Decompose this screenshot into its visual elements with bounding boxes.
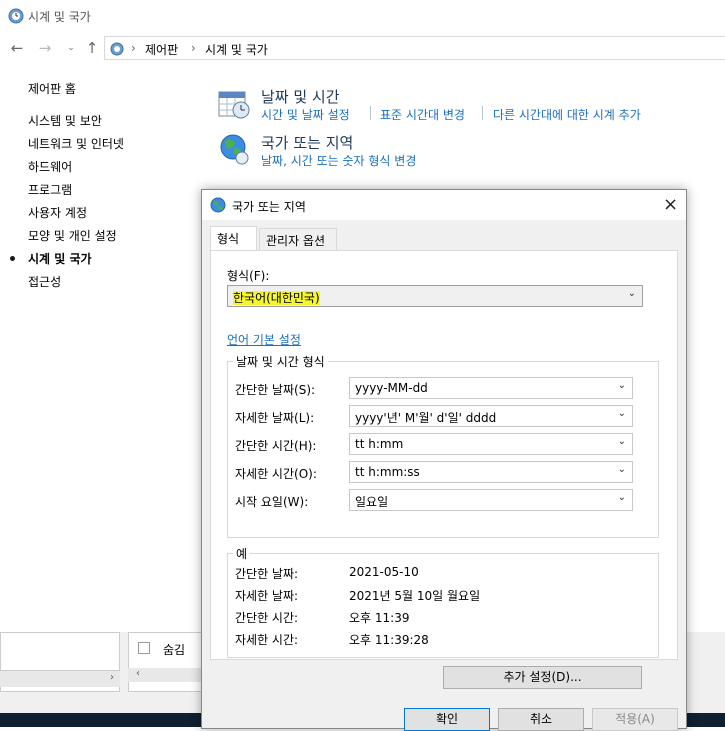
language-settings-link[interactable]: 언어 기본 설정 xyxy=(227,331,301,348)
example-short-date-label: 간단한 날짜: xyxy=(235,567,299,581)
long-date-value: yyyy'년' M'월' d'일' dddd xyxy=(355,411,497,425)
format-label: 형식(F): xyxy=(227,269,270,283)
hide-label: 숨김 xyxy=(163,643,186,657)
nav-user-accounts[interactable]: 사용자 계정 xyxy=(28,204,87,221)
first-day-select[interactable]: 일요일 ⌄ xyxy=(349,489,633,511)
nav-programs[interactable]: 프로그램 xyxy=(28,181,72,198)
short-date-select[interactable]: yyyy-MM-dd ⌄ xyxy=(349,377,633,399)
long-date-label: 자세한 날짜(L): xyxy=(235,411,315,425)
examples-group-label: 예 xyxy=(233,545,251,562)
breadcrumb-chevron-icon: › xyxy=(131,41,136,55)
background-scrollbar-2[interactable]: ‹ xyxy=(128,668,208,682)
background-scrollbar[interactable]: › xyxy=(0,670,120,687)
nav-network-internet[interactable]: 네트워크 및 인터넷 xyxy=(28,135,124,152)
link-separator xyxy=(482,106,483,120)
example-short-date-value: 2021-05-10 xyxy=(349,565,419,579)
link-add-clocks[interactable]: 다른 시간대에 대한 시계 추가 xyxy=(493,106,641,123)
breadcrumb-control-panel[interactable]: 제어판 xyxy=(145,41,178,58)
nav-accessibility[interactable]: 접근성 xyxy=(28,273,61,290)
tab-admin-label: 관리자 옵션 xyxy=(266,234,326,248)
nav-appearance[interactable]: 모양 및 개인 설정 xyxy=(28,227,117,244)
nav-clock-region[interactable]: 시계 및 국가 xyxy=(28,250,92,267)
tab-admin-options[interactable]: 관리자 옵션 xyxy=(259,228,337,251)
tab-body: 형식(F): 한국어(대한민국) ⌄ 언어 기본 설정 날짜 및 시간 형식 간… xyxy=(210,250,678,660)
up-arrow-icon[interactable]: ↑ xyxy=(83,39,101,57)
apply-button[interactable]: 적용(A) xyxy=(592,708,678,731)
link-change-timezone[interactable]: 표준 시간대 변경 xyxy=(380,106,465,123)
long-date-select[interactable]: yyyy'년' M'월' d'일' dddd ⌄ xyxy=(349,405,633,427)
nav-control-panel-home[interactable]: 제어판 홈 xyxy=(28,80,76,97)
hide-checkbox[interactable] xyxy=(138,642,150,654)
example-long-time-label: 자세한 시간: xyxy=(235,633,299,647)
additional-settings-button[interactable]: 추가 설정(D)... xyxy=(443,666,642,689)
first-day-label: 시작 요일(W): xyxy=(235,495,309,509)
address-box[interactable]: › 제어판 › 시계 및 국가 xyxy=(104,36,725,60)
long-time-value: tt h:mm:ss xyxy=(355,465,420,479)
link-change-formats[interactable]: 날짜, 시간 또는 숫자 형식 변경 xyxy=(261,152,416,169)
forward-arrow-icon[interactable]: → xyxy=(36,39,54,57)
cancel-button[interactable]: 취소 xyxy=(498,708,584,731)
chevron-down-icon: ⌄ xyxy=(617,464,626,475)
format-value: 한국어(대한민국) xyxy=(233,291,320,305)
breadcrumb-chevron-icon: › xyxy=(191,41,196,55)
example-short-time-value: 오후 11:39 xyxy=(349,611,410,625)
tab-formats[interactable]: 형식 xyxy=(210,226,257,251)
nav-hardware[interactable]: 하드웨어 xyxy=(28,158,72,175)
dialog-titlebar: 국가 또는 지역 × xyxy=(202,190,686,220)
current-bullet-icon xyxy=(10,256,15,261)
window-title: 시계 및 국가 xyxy=(28,10,91,24)
datetime-title[interactable]: 날짜 및 시간 xyxy=(261,86,340,107)
back-arrow-icon[interactable]: ← xyxy=(8,39,26,57)
scroll-left-icon[interactable]: ‹ xyxy=(136,668,140,679)
region-title[interactable]: 국가 또는 지역 xyxy=(261,132,353,153)
datetime-group-label: 날짜 및 시간 형식 xyxy=(233,353,328,370)
first-day-value: 일요일 xyxy=(355,495,389,509)
example-long-date-value: 2021년 5월 10일 월요일 xyxy=(349,589,481,603)
clock-globe-icon xyxy=(8,8,24,24)
chevron-down-icon: ⌄ xyxy=(617,380,626,391)
dialog-title: 국가 또는 지역 xyxy=(232,200,306,214)
long-time-label: 자세한 시간(O): xyxy=(235,467,317,481)
format-select[interactable]: 한국어(대한민국) ⌄ xyxy=(227,285,643,307)
address-bar: ← → ⌄ ↑ › 제어판 › 시계 및 국가 xyxy=(0,34,725,62)
chevron-down-icon: ⌄ xyxy=(617,436,626,447)
short-time-label: 간단한 시간(H): xyxy=(235,439,317,453)
link-set-time-date[interactable]: 시간 및 날짜 설정 xyxy=(261,106,350,123)
example-long-date-label: 자세한 날짜: xyxy=(235,589,299,603)
recent-chevron-down-icon[interactable]: ⌄ xyxy=(62,39,80,57)
chevron-down-icon: ⌄ xyxy=(617,408,626,419)
region-dialog: 국가 또는 지역 × 형식 관리자 옵션 형식(F): 한국어(대한민국) ⌄ … xyxy=(201,189,687,731)
link-separator xyxy=(370,106,371,120)
control-panel-icon xyxy=(110,42,124,56)
breadcrumb-clock-region[interactable]: 시계 및 국가 xyxy=(205,41,268,58)
chevron-down-icon: ⌄ xyxy=(627,288,636,299)
short-time-select[interactable]: tt h:mm ⌄ xyxy=(349,433,633,455)
ok-button[interactable]: 확인 xyxy=(404,708,490,731)
short-date-label: 간단한 날짜(S): xyxy=(235,383,316,397)
nav-system-security[interactable]: 시스템 및 보안 xyxy=(28,112,102,129)
globe-icon xyxy=(210,197,226,213)
tab-formats-label: 형식 xyxy=(217,232,240,246)
window-titlebar: 시계 및 국가 xyxy=(0,0,725,32)
short-date-value: yyyy-MM-dd xyxy=(355,381,428,395)
example-long-time-value: 오후 11:39:28 xyxy=(349,633,429,647)
long-time-select[interactable]: tt h:mm:ss ⌄ xyxy=(349,461,633,483)
close-icon[interactable]: × xyxy=(663,194,678,215)
globe-clock-icon xyxy=(220,134,249,165)
short-time-value: tt h:mm xyxy=(355,437,404,451)
scroll-right-icon[interactable]: › xyxy=(110,672,114,683)
calendar-clock-icon xyxy=(218,91,250,119)
chevron-down-icon: ⌄ xyxy=(617,492,626,503)
example-short-time-label: 간단한 시간: xyxy=(235,611,299,625)
